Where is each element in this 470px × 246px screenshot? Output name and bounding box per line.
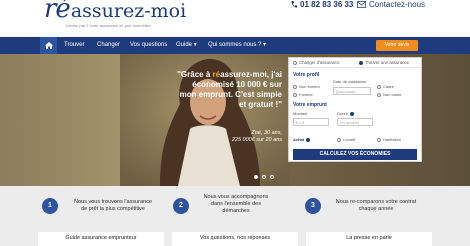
- feature-line: Nous re-comparons votre contrat: [335, 199, 417, 205]
- testimonial-author: Zoé, 30 ans, 225 000€ sur 20 ans: [200, 130, 282, 144]
- profile-heading: Votre profil: [293, 72, 320, 78]
- non-smoker-label: Non fumeur: [299, 84, 320, 89]
- nav-home[interactable]: [40, 37, 57, 54]
- quote-button[interactable]: Votre devis: [376, 40, 418, 51]
- author-line-1: Zoé, 30 ans,: [251, 130, 282, 136]
- rental-label: Locatif: [343, 137, 355, 142]
- info-icon[interactable]: [306, 137, 311, 142]
- feature-text: Nous vous trouvons l'assurance de prêt l…: [66, 199, 160, 213]
- home-icon: [44, 42, 53, 49]
- cadre-label: Cadre: [383, 84, 394, 89]
- nav-item-trouver[interactable]: Trouver: [64, 37, 84, 54]
- tab-change-label: Changer d'assurance: [299, 60, 340, 65]
- hero-banner: "Grâce à réassurez-moi, j'ai économisé 1…: [0, 54, 470, 186]
- amount-label: Montant: [293, 111, 308, 116]
- duration-input[interactable]: En années: [337, 118, 373, 126]
- author-line-2: 225 000€ sur 20 ans: [231, 137, 282, 143]
- card-press[interactable]: La presse en parle: [306, 232, 432, 246]
- carousel-dot[interactable]: [254, 175, 258, 179]
- features-band: 1 Nous vous trouvons l'assurance de prêt…: [0, 186, 470, 230]
- birthdate-input[interactable]: jj/mm/aaaa: [333, 87, 371, 95]
- birthdate-label: Date de naissance: [333, 79, 367, 84]
- logo-suffix: assurez-moi: [70, 0, 187, 22]
- feature-line: Nous vous trouvons l'assurance: [74, 199, 152, 205]
- rental-option[interactable]: Locatif: [337, 137, 355, 142]
- purchase-label: Achat: [293, 137, 305, 142]
- nav-item-questions[interactable]: Vos questions: [130, 37, 167, 54]
- residence-label: Habitation: [383, 137, 402, 142]
- contact-label: Contactez-nous: [369, 0, 426, 9]
- quote-form: Changer d'assurance Trouver une assuranc…: [288, 57, 422, 162]
- step-badge: 2: [173, 198, 189, 214]
- cards-row: Guide assurance emprunteur Vos questions…: [0, 230, 470, 246]
- non-cadre-option[interactable]: Non cadre: [377, 92, 401, 97]
- phone-link[interactable]: 01 82 83 36 33: [290, 0, 353, 9]
- smoker-label: Fumeur: [299, 92, 313, 97]
- form-tabs: Changer d'assurance Trouver une assuranc…: [289, 58, 421, 68]
- step-badge: 3: [305, 198, 321, 214]
- radio-icon: [293, 60, 297, 65]
- calculate-savings-button[interactable]: CALCULEZ VOS ÉCONOMIES: [293, 149, 417, 160]
- tab-find-insurance[interactable]: Trouver une assurance: [355, 58, 421, 67]
- carousel-dot[interactable]: [270, 175, 274, 179]
- site-header: ré assurez-moi Devise par 2 votre assura…: [0, 0, 470, 37]
- logo-tagline: Devise par 2 votre assurance de prêt imm…: [66, 23, 151, 28]
- nav-item-guide[interactable]: Guide ▾: [176, 37, 197, 54]
- nav-item-changer[interactable]: Changer: [97, 37, 120, 54]
- phone-icon: [291, 0, 297, 8]
- info-icon[interactable]: [349, 111, 354, 116]
- feature-line: de prêt la plus compétitive: [81, 206, 145, 212]
- radio-icon: [293, 92, 297, 97]
- step-badge: 1: [42, 198, 58, 214]
- loan-heading: Votre emprunt: [293, 102, 327, 108]
- card-guide[interactable]: Guide assurance emprunteur: [38, 232, 164, 246]
- radio-icon: [377, 92, 381, 97]
- feature-text: Nous re-comparons votre contrat chaque a…: [324, 199, 428, 213]
- amount-input[interactable]: En €: [293, 118, 329, 126]
- quote-brand: ré: [212, 70, 221, 79]
- feature-line: démarches: [222, 208, 250, 214]
- tab-find-label: Trouver une assurance: [365, 60, 410, 65]
- feature-line: Nous vous accompagnons: [203, 194, 269, 200]
- tab-change-insurance[interactable]: Changer d'assurance: [289, 58, 355, 67]
- non-cadre-label: Non cadre: [383, 92, 402, 97]
- cadre-option[interactable]: Cadre: [377, 84, 394, 89]
- logo-prefix: ré: [44, 0, 71, 24]
- main-nav: Trouver Changer Vos questions Guide ▾ Qu…: [0, 37, 470, 54]
- mail-icon: [357, 1, 366, 8]
- feature-line: chaque année: [358, 206, 394, 212]
- quote-prefix: "Grâce à: [177, 70, 213, 79]
- site-logo[interactable]: ré assurez-moi: [44, 0, 186, 24]
- radio-icon: [377, 137, 381, 142]
- radio-icon: [293, 84, 297, 89]
- purchase-row: Achat: [293, 137, 311, 142]
- radio-icon: [359, 60, 363, 65]
- testimonial-quote: "Grâce à réassurez-moi, j'ai économisé 1…: [176, 70, 282, 110]
- residence-option[interactable]: Habitation: [377, 137, 401, 142]
- carousel-dots: [254, 175, 274, 179]
- radio-icon: [337, 137, 341, 142]
- phone-number: 01 82 83 36 33: [300, 0, 354, 9]
- carousel-dot[interactable]: [262, 175, 266, 179]
- duration-label-row: Durée: [337, 111, 354, 116]
- radio-icon: [377, 84, 381, 89]
- card-questions[interactable]: Vos questions, nos réponses: [172, 232, 298, 246]
- feature-line: dans l'ensemble des: [211, 201, 261, 207]
- non-smoker-option[interactable]: Non fumeur: [293, 84, 320, 89]
- duration-label: Durée: [337, 111, 348, 116]
- nav-item-about[interactable]: Qui sommes nous ? ▾: [208, 37, 266, 54]
- feature-text: Nous vous accompagnons dans l'ensemble d…: [196, 194, 276, 215]
- contact-link[interactable]: Contactez-nous: [357, 0, 425, 9]
- smoker-option[interactable]: Fumeur: [293, 92, 313, 97]
